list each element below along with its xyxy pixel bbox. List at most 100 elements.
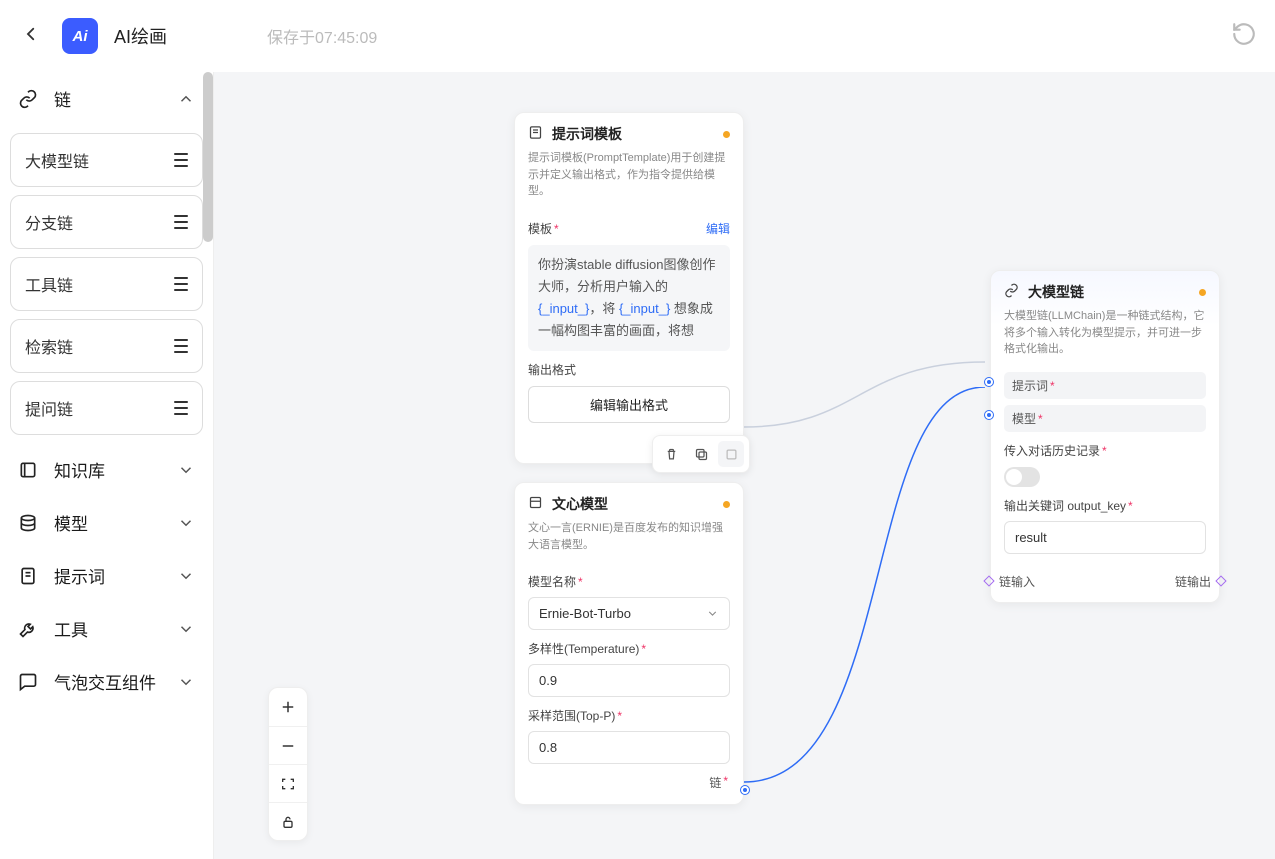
chevron-down-icon: [177, 514, 195, 532]
chevron-down-icon: [706, 607, 719, 620]
sidebar-section-tool[interactable]: 工具: [0, 602, 213, 655]
node-title: 大模型链: [1028, 282, 1199, 302]
chain-item-tool[interactable]: 工具链: [10, 257, 203, 311]
sidebar-section-model[interactable]: 模型: [0, 496, 213, 549]
drag-handle-icon: [174, 339, 188, 353]
chain-in-label: 链输入: [999, 573, 1035, 590]
sidebar: 链 大模型链 分支链 工具链 检索链 提问链 知识库: [0, 72, 214, 859]
chain-item-llm[interactable]: 大模型链: [10, 133, 203, 187]
lock-button[interactable]: [269, 802, 307, 840]
zoom-controls: [268, 687, 308, 841]
field-label-output-format: 输出格式: [528, 361, 576, 378]
chevron-up-icon: [177, 90, 195, 108]
section-label: 气泡交互组件: [54, 669, 177, 694]
drag-handle-icon: [174, 401, 188, 415]
topp-input[interactable]: [528, 731, 730, 764]
scrollbar-thumb[interactable]: [203, 72, 213, 242]
template-var: {_input_}: [619, 301, 670, 316]
chevron-down-icon: [177, 620, 195, 638]
sidebar-section-bubble[interactable]: 气泡交互组件: [0, 655, 213, 708]
back-button[interactable]: [18, 21, 44, 52]
field-label-history: 传入对话历史记录: [1004, 444, 1100, 458]
input-port-prompt[interactable]: [985, 378, 993, 386]
status-dot: [723, 131, 730, 138]
field-label-template: 模板: [528, 222, 552, 236]
node-title: 文心模型: [552, 494, 723, 514]
undo-button[interactable]: [1231, 21, 1257, 52]
node-wenxin-model[interactable]: 文心模型 文心一言(ERNIE)是百度发布的知识增强大语言模型。 模型名称* E…: [514, 482, 744, 805]
section-label: 工具: [54, 616, 177, 641]
save-status: 保存于07:45:09: [267, 24, 377, 48]
field-label-topp: 采样范围(Top-P): [528, 709, 615, 723]
section-label: 链: [54, 86, 177, 111]
model-icon: [528, 495, 544, 513]
output-key-input[interactable]: [1004, 521, 1206, 554]
sidebar-section-knowledge[interactable]: 知识库: [0, 443, 213, 496]
section-label: 提示词: [54, 563, 177, 588]
wrench-icon: [18, 619, 40, 639]
item-label: 分支链: [25, 210, 73, 234]
field-label-prompt: 提示词: [1012, 379, 1048, 393]
stack-icon: [18, 460, 40, 480]
link-icon: [18, 89, 40, 109]
chain-out-port[interactable]: [1215, 575, 1226, 586]
template-preview[interactable]: 你扮演stable diffusion图像创作大师，分析用户输入的 {_input…: [528, 245, 730, 351]
status-dot: [723, 501, 730, 508]
template-icon: [528, 125, 544, 143]
template-text: 你扮演stable diffusion图像创作大师，分析用户输入的: [538, 257, 716, 294]
flow-canvas[interactable]: 提示词模板 提示词模板(PromptTemplate)用于创建提示并定义输出格式…: [214, 72, 1275, 859]
chain-item-ask[interactable]: 提问链: [10, 381, 203, 435]
edit-template-link[interactable]: 编辑: [706, 220, 730, 237]
chevron-down-icon: [177, 461, 195, 479]
chain-out-label: 链输出: [1175, 573, 1211, 590]
duplicate-button[interactable]: [688, 441, 714, 467]
history-toggle[interactable]: [1004, 467, 1040, 487]
port-label: 链: [709, 774, 721, 791]
sidebar-section-prompt[interactable]: 提示词: [0, 549, 213, 602]
node-description: 文心一言(ERNIE)是百度发布的知识增强大语言模型。: [515, 520, 743, 563]
node-description: 提示词模板(PromptTemplate)用于创建提示并定义输出格式，作为指令提…: [515, 150, 743, 210]
drag-handle-icon: [174, 277, 188, 291]
zoom-in-button[interactable]: [269, 688, 307, 726]
temperature-input[interactable]: [528, 664, 730, 697]
section-label: 知识库: [54, 457, 177, 482]
node-prompt-template[interactable]: 提示词模板 提示词模板(PromptTemplate)用于创建提示并定义输出格式…: [514, 112, 744, 464]
output-port[interactable]: [741, 786, 749, 794]
sidebar-section-chain[interactable]: 链: [0, 72, 213, 125]
node-llm-chain[interactable]: 大模型链 大模型链(LLMChain)是一种链式结构，它将多个输入转化为模型提示…: [990, 270, 1220, 603]
field-label-temperature: 多样性(Temperature): [528, 642, 639, 656]
field-label-model: 模型: [1012, 412, 1036, 426]
status-dot: [1199, 289, 1206, 296]
chat-icon: [18, 672, 40, 692]
chevron-down-icon: [177, 567, 195, 585]
template-text: ，将: [589, 301, 619, 316]
input-port-model[interactable]: [985, 411, 993, 419]
chevron-down-icon: [177, 673, 195, 691]
app-logo: Ai: [62, 18, 98, 54]
select-value: Ernie-Bot-Turbo: [539, 606, 631, 621]
chain-item-retrieval[interactable]: 检索链: [10, 319, 203, 373]
drag-handle-icon: [174, 215, 188, 229]
database-icon: [18, 513, 40, 533]
item-label: 大模型链: [25, 148, 89, 172]
link-icon: [1004, 283, 1020, 301]
template-var: {_input_}: [538, 301, 589, 316]
node-title: 提示词模板: [552, 124, 723, 144]
collapse-button[interactable]: [718, 441, 744, 467]
item-label: 检索链: [25, 334, 73, 358]
zoom-out-button[interactable]: [269, 726, 307, 764]
chain-item-branch[interactable]: 分支链: [10, 195, 203, 249]
drag-handle-icon: [174, 153, 188, 167]
chain-in-port[interactable]: [983, 575, 994, 586]
field-label-output-key: 输出关键词 output_key: [1004, 499, 1126, 513]
fit-view-button[interactable]: [269, 764, 307, 802]
app-title: AI绘画: [114, 23, 167, 49]
model-select[interactable]: Ernie-Bot-Turbo: [528, 597, 730, 630]
edit-output-format-button[interactable]: 编辑输出格式: [528, 386, 730, 423]
node-toolbar: [652, 435, 750, 473]
item-label: 提问链: [25, 396, 73, 420]
item-label: 工具链: [25, 272, 73, 296]
node-description: 大模型链(LLMChain)是一种链式结构，它将多个输入转化为模型提示，并可进一…: [991, 308, 1219, 368]
delete-button[interactable]: [658, 441, 684, 467]
document-icon: [18, 566, 40, 586]
